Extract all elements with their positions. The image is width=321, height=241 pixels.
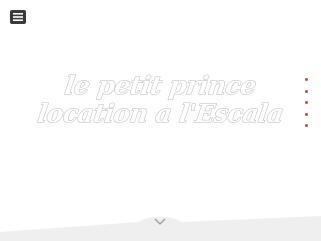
slide-dot-3[interactable] xyxy=(305,101,308,104)
scroll-down-button[interactable] xyxy=(141,211,179,231)
hero-title-line-2: location a l'Escala xyxy=(35,99,286,129)
slide-dot-4[interactable] xyxy=(305,112,308,116)
slide-navigation xyxy=(305,78,309,127)
hamburger-menu-icon xyxy=(13,13,23,21)
slide-dot-5[interactable] xyxy=(305,124,308,127)
chevron-down-icon xyxy=(154,218,166,225)
slide-dot-2[interactable] xyxy=(305,89,308,93)
menu-button[interactable] xyxy=(10,10,26,24)
slide-dot-1[interactable] xyxy=(305,78,308,81)
hero-title-line-1: le petit prince xyxy=(63,71,259,101)
hero-title: le petit prince location a l'Escala xyxy=(0,71,321,129)
